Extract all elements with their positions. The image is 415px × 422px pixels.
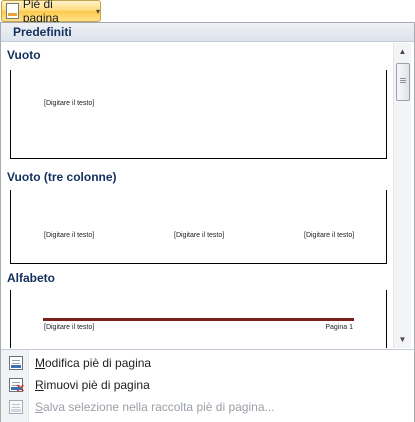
footer-commands: Modifica piè di pagina ✕ Rimuovi piè di … bbox=[1, 349, 414, 422]
placeholder-text-center: [Digitare il testo] bbox=[174, 232, 225, 239]
save-selection-icon bbox=[9, 400, 23, 414]
gallery-item-blank[interactable]: [Digitare il testo] bbox=[10, 70, 387, 159]
page-number-text: Pagina 1 bbox=[325, 324, 353, 331]
footer-rule-line bbox=[43, 318, 354, 321]
remove-footer-label: Rimuovi piè di pagina bbox=[35, 378, 150, 392]
edit-footer-button[interactable]: Modifica piè di pagina bbox=[1, 352, 414, 374]
gallery-item-label-alphabet: Alfabeto bbox=[7, 271, 55, 285]
remove-footer-icon: ✕ bbox=[9, 378, 25, 395]
placeholder-text: [Digitare il testo] bbox=[44, 324, 95, 331]
gallery-item-blank-three-columns[interactable]: [Digitare il testo] [Digitare il testo] … bbox=[10, 190, 387, 264]
edit-footer-label: Modifica piè di pagina bbox=[35, 356, 152, 370]
footer-gallery: Vuoto [Digitare il testo] Vuoto (tre col… bbox=[1, 43, 393, 348]
footer-icon bbox=[6, 3, 19, 19]
scrollbar-thumb[interactable] bbox=[396, 63, 410, 101]
remove-footer-button[interactable]: ✕ Rimuovi piè di pagina bbox=[1, 374, 414, 396]
save-selection-label: Salva selezione nella raccolta piè di pa… bbox=[35, 400, 275, 414]
section-header-built-in: Predefiniti bbox=[1, 23, 414, 42]
footer-dropdown: Predefiniti Vuoto [Digitare il testo] Vu… bbox=[0, 22, 415, 422]
placeholder-text-right: [Digitare il testo] bbox=[304, 232, 355, 239]
footer-ribbon-button[interactable]: Piè di pagina ▾ bbox=[1, 0, 101, 25]
chevron-down-icon: ▾ bbox=[95, 6, 100, 16]
gallery-item-label-blank: Vuoto bbox=[7, 48, 41, 62]
edit-footer-icon bbox=[9, 356, 23, 370]
scroll-up-icon[interactable]: ▲ bbox=[394, 43, 411, 60]
placeholder-text: [Digitare il testo] bbox=[44, 100, 95, 107]
gallery-scrollbar[interactable]: ▲ ▼ bbox=[393, 43, 411, 348]
save-selection-button[interactable]: Salva selezione nella raccolta piè di pa… bbox=[1, 396, 414, 418]
scroll-down-icon[interactable]: ▼ bbox=[394, 331, 411, 348]
gallery-item-label-blank-three-columns: Vuoto (tre colonne) bbox=[7, 170, 117, 184]
placeholder-text-left: [Digitare il testo] bbox=[44, 232, 95, 239]
gallery-item-alphabet[interactable]: [Digitare il testo] Pagina 1 bbox=[10, 290, 387, 348]
